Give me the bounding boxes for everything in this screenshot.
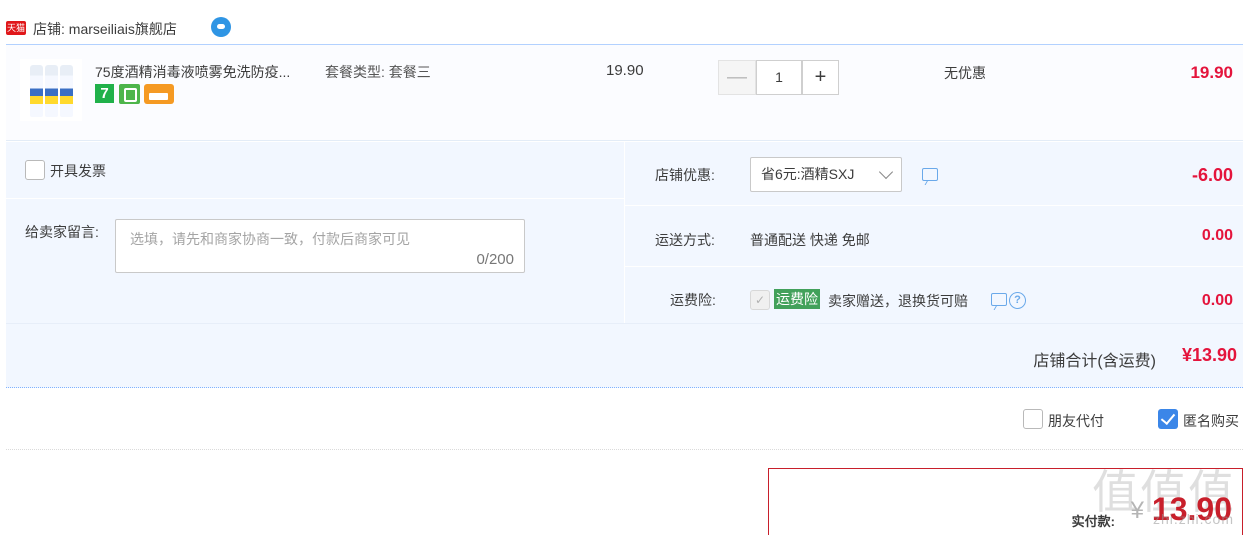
insurance-badge: 运费险 (774, 289, 820, 309)
shop-discount-select[interactable]: 省6元:酒精SXJ (750, 157, 902, 192)
seller-message-textarea[interactable]: 选填，请先和商家协商一致，付款后商家可见 0/200 (115, 219, 525, 273)
quantity-decrease-button[interactable]: — (718, 60, 756, 95)
shop-discount-label: 店铺优惠: (655, 167, 715, 183)
message-char-count: 0/200 (476, 251, 514, 268)
anonymous-purchase-label[interactable]: 匿名购买 (1183, 411, 1239, 431)
product-thumbnail[interactable] (20, 59, 82, 121)
quantity-input[interactable]: 1 (756, 60, 802, 95)
insurance-chat-icon[interactable] (991, 293, 1007, 306)
shop-discount-value: -6.00 (1191, 165, 1233, 185)
watermark-text: zhi.zhi.com (1152, 511, 1234, 527)
anonymous-purchase-checkbox[interactable] (1158, 409, 1178, 429)
shipping-value: 0.00 (1201, 227, 1233, 244)
shop-name-link[interactable]: 店铺: marseiliais旗舰店 (33, 19, 177, 39)
order-item-row: 75度酒精消毒液喷雾免洗防疫... 套餐类型: 套餐三 7 19.90 — 1 … (6, 44, 1243, 141)
shop-subtotal-bar: 店铺合计(含运费) ¥13.90 (6, 323, 1243, 388)
divider (6, 449, 1243, 450)
item-line-total: 19.90 (1190, 63, 1233, 82)
seller-message-label: 给卖家留言: (25, 224, 99, 240)
7-day-return-icon[interactable]: 7 (95, 84, 114, 103)
shop-subtotal-label: 店铺合计(含运费) (1033, 353, 1156, 370)
insurance-value: 0.00 (1201, 292, 1233, 309)
shipping-label: 运送方式: (655, 232, 715, 248)
insurance-description: 卖家赠送，退换货可赔 (828, 293, 968, 309)
package-type: 套餐类型: 套餐三 (325, 64, 431, 80)
product-title-link[interactable]: 75度酒精消毒液喷雾免洗防疫... (95, 62, 290, 82)
discount-chat-icon[interactable] (922, 168, 938, 181)
order-extras-panel: 开具发票 给卖家留言: 选填，请先和商家协商一致，付款后商家可见 0/200 店… (6, 142, 1243, 323)
invoice-label[interactable]: 开具发票 (50, 161, 106, 181)
shop-subtotal-value: ¥13.90 (1181, 345, 1237, 365)
shipping-method: 普通配送 快递 免邮 (750, 232, 870, 248)
wangwang-chat-icon[interactable] (211, 17, 231, 37)
item-discount-text: 无优惠 (944, 65, 986, 81)
chevron-down-icon (878, 164, 894, 180)
actual-payment-label: 实付款: (1071, 514, 1115, 529)
authentic-guarantee-icon[interactable] (119, 84, 140, 104)
insurance-checkbox: ✓ (750, 290, 770, 310)
currency-symbol: ¥ (1130, 497, 1144, 524)
unit-price: 19.90 (606, 62, 644, 79)
friend-pay-checkbox[interactable] (1023, 409, 1043, 429)
invoice-checkbox[interactable] (25, 160, 45, 180)
friend-pay-label[interactable]: 朋友代付 (1048, 411, 1104, 431)
payment-summary-box: 值值值 实付款: ¥ 13.90 zhi.zhi.com (768, 465, 1243, 535)
insurance-label: 运费险: (670, 292, 716, 308)
insurance-help-icon[interactable]: ? (1009, 292, 1026, 309)
credit-card-icon[interactable] (144, 84, 174, 104)
tmall-badge-icon: 天猫 (6, 21, 26, 35)
shop-discount-selected: 省6元:酒精SXJ (761, 166, 855, 182)
seller-message-placeholder: 选填，请先和商家协商一致，付款后商家可见 (130, 231, 410, 247)
quantity-increase-button[interactable]: + (802, 60, 839, 95)
